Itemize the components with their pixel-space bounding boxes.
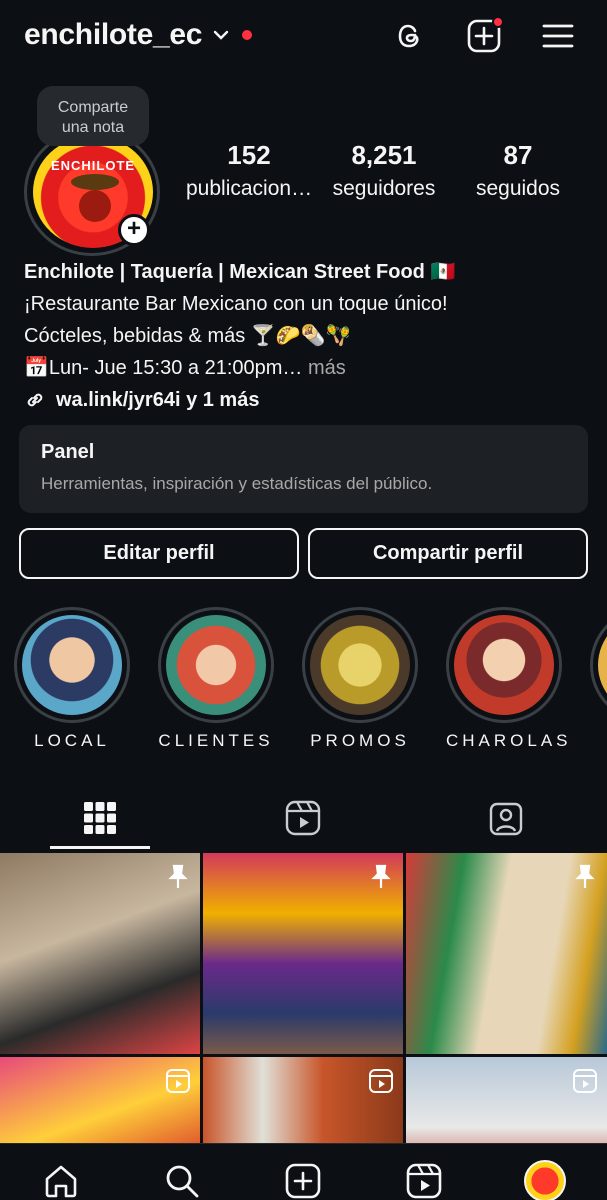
stat-posts[interactable]: 152 publicacion… bbox=[186, 140, 312, 201]
new-post-icon[interactable] bbox=[466, 16, 504, 54]
highlight-ring bbox=[158, 607, 274, 723]
stat-following[interactable]: 87 seguidos bbox=[468, 140, 568, 201]
profile-name: Enchilote | Taquería | Mexican Street Fo… bbox=[24, 261, 456, 283]
bio-line-3: 📅Lun- Jue 15:30 a 21:00pm… más bbox=[24, 352, 594, 384]
highlight-label: CHAROLAS bbox=[446, 731, 572, 750]
bio-link[interactable]: wa.link/jyr64i y 1 más bbox=[24, 384, 594, 416]
highlight-ring bbox=[446, 607, 562, 723]
bottom-navigation bbox=[0, 1143, 607, 1200]
avatar-logo-text: ENCHILOTE bbox=[50, 158, 136, 173]
stat-followers[interactable]: 8,251 seguidores bbox=[328, 140, 440, 201]
notification-dot bbox=[242, 30, 253, 40]
reels-nav-icon[interactable] bbox=[405, 1162, 443, 1200]
stat-followers-count: 8,251 bbox=[351, 140, 417, 170]
create-icon[interactable] bbox=[284, 1162, 322, 1200]
chili-mascot-shape bbox=[79, 190, 111, 222]
bio-line-1: ¡Restaurante Bar Mexicano con un toque ú… bbox=[24, 293, 448, 315]
bio-hours: 📅Lun- Jue 15:30 a 21:00pm… bbox=[24, 357, 303, 379]
post-thumbnail[interactable] bbox=[406, 853, 607, 1054]
post-thumbnail[interactable] bbox=[406, 1057, 607, 1143]
chevron-down-icon bbox=[213, 30, 229, 40]
share-profile-button[interactable]: Compartir perfil bbox=[308, 528, 588, 579]
pin-icon bbox=[575, 864, 595, 888]
highlight-charolas[interactable]: CHAROLAS bbox=[446, 607, 572, 751]
username: enchilote_ec bbox=[24, 18, 203, 51]
tagged-icon bbox=[489, 802, 523, 836]
edit-profile-button[interactable]: Editar perfil bbox=[19, 528, 299, 579]
note-text-line1: Comparte bbox=[57, 99, 129, 116]
reel-icon bbox=[573, 1069, 597, 1093]
stat-posts-label: publicacion… bbox=[186, 177, 313, 200]
highlight-ring bbox=[14, 607, 130, 723]
professional-dashboard[interactable]: Panel Herramientas, inspiración y estadí… bbox=[19, 425, 588, 513]
stat-following-label: seguidos bbox=[475, 177, 561, 200]
highlight-clientes[interactable]: CLIENTES bbox=[158, 607, 274, 751]
highlight-promos[interactable]: PROMOS bbox=[302, 607, 418, 751]
dashboard-subtitle: Herramientas, inspiración y estadísticas… bbox=[41, 474, 433, 493]
profile-nav-avatar[interactable] bbox=[524, 1160, 566, 1200]
tab-grid[interactable] bbox=[80, 798, 120, 838]
profile-tabs bbox=[0, 790, 607, 850]
highlight-label: PROMOS bbox=[310, 731, 410, 750]
post-thumbnail[interactable] bbox=[203, 1057, 403, 1143]
home-icon[interactable] bbox=[42, 1162, 80, 1200]
bio-more-link[interactable]: más bbox=[302, 357, 346, 379]
stat-posts-count: 152 bbox=[227, 140, 271, 170]
highlight-ring bbox=[302, 607, 418, 723]
search-icon[interactable] bbox=[163, 1162, 201, 1200]
profile-bio: Enchilote | Taquería | Mexican Street Fo… bbox=[24, 256, 594, 416]
bio-link-text: wa.link/jyr64i y 1 más bbox=[56, 389, 260, 411]
reel-icon bbox=[369, 1069, 393, 1093]
reels-icon bbox=[285, 800, 321, 836]
post-thumbnail[interactable] bbox=[0, 853, 200, 1054]
highlight-image bbox=[454, 615, 554, 715]
highlight-label: LOCAL bbox=[34, 731, 110, 750]
share-note-bubble[interactable]: Comparte una nota bbox=[37, 86, 149, 146]
highlight-image bbox=[166, 615, 266, 715]
tab-tagged[interactable] bbox=[486, 798, 526, 838]
tab-reels[interactable] bbox=[283, 798, 323, 838]
stat-followers-label: seguidores bbox=[332, 177, 436, 200]
pin-icon bbox=[168, 864, 188, 888]
add-story-button[interactable]: + bbox=[118, 214, 150, 246]
link-icon bbox=[27, 393, 43, 407]
threads-icon[interactable] bbox=[391, 18, 427, 54]
highlight-image bbox=[598, 615, 607, 715]
new-post-badge bbox=[492, 16, 504, 28]
highlight-image bbox=[22, 615, 122, 715]
note-text-line2: una nota bbox=[61, 119, 125, 136]
active-tab-indicator bbox=[50, 846, 150, 849]
stat-following-count: 87 bbox=[503, 140, 533, 170]
posts-grid bbox=[0, 853, 607, 1143]
highlight-local[interactable]: LOCAL bbox=[14, 607, 130, 751]
post-thumbnail[interactable] bbox=[0, 1057, 200, 1143]
highlight-ring bbox=[590, 607, 607, 723]
menu-icon[interactable] bbox=[540, 18, 576, 54]
grid-icon bbox=[84, 802, 116, 834]
reel-icon bbox=[166, 1069, 190, 1093]
account-switcher[interactable]: enchilote_ec bbox=[24, 18, 253, 52]
dashboard-title: Panel bbox=[41, 441, 95, 463]
pin-icon bbox=[371, 864, 391, 888]
post-thumbnail[interactable] bbox=[203, 853, 403, 1054]
bio-line-2: Cócteles, bebidas & más 🍸🌮🌯🪇 bbox=[24, 325, 351, 347]
top-bar: enchilote_ec bbox=[0, 0, 607, 76]
highlight-label: CLIENTES bbox=[158, 731, 274, 750]
sombrero-shape bbox=[71, 174, 119, 190]
highlight-partial[interactable] bbox=[590, 607, 607, 723]
highlight-image bbox=[310, 615, 410, 715]
